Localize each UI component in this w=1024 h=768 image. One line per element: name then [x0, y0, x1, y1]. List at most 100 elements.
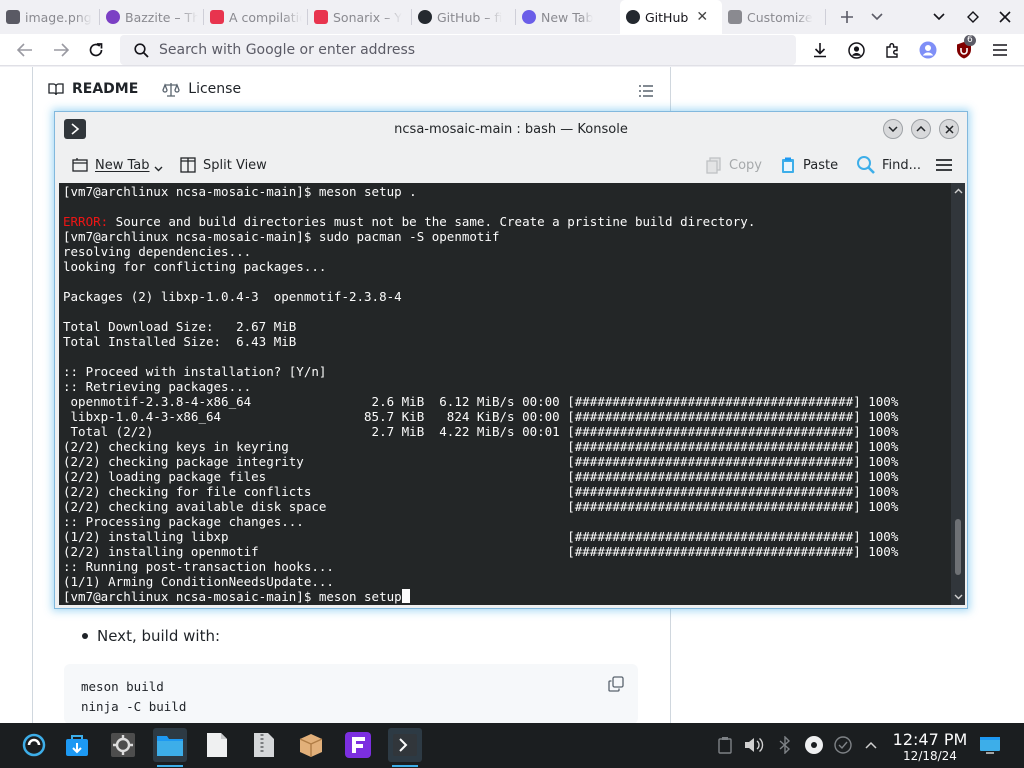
file-manager-icon[interactable] [153, 728, 187, 767]
bluetooth-icon[interactable] [774, 734, 796, 756]
show-desktop-icon[interactable] [978, 734, 1002, 756]
browser-nav-bar: 6 [0, 34, 1024, 66]
content-border-left [32, 67, 33, 723]
active-indicator [157, 765, 183, 767]
close-tab-icon[interactable]: ✕ [696, 9, 708, 25]
terminal-line: ERROR: Source and build directories must… [63, 214, 756, 229]
error-label: ERROR: [63, 214, 109, 229]
browser-tab[interactable]: Customize [722, 0, 826, 34]
address-bar[interactable] [120, 35, 796, 65]
account-circle-icon[interactable] [841, 34, 871, 66]
browser-tab[interactable]: GitHub – fi [412, 0, 516, 34]
tab-list-chevron-icon[interactable] [862, 0, 892, 34]
terminal-text: [vm7@archlinux ncsa-mosaic-main]$ meson … [59, 183, 951, 604]
split-view-button[interactable]: Split View [179, 148, 267, 182]
book-icon [48, 82, 72, 96]
browser-tab-active[interactable]: GitHub ✕ [620, 0, 722, 34]
disc-media-icon[interactable] [803, 734, 825, 756]
new-tab-plus-icon[interactable] [832, 0, 862, 34]
scroll-up-arrow-icon[interactable] [951, 185, 965, 197]
browser-tab[interactable]: New Tab [516, 0, 620, 34]
terminal-line: (2/2) loading package files [###########… [63, 469, 899, 484]
ublock-shield-icon[interactable]: 6 [949, 34, 979, 66]
konsole-menu-icon[interactable] [935, 148, 959, 182]
find-button[interactable]: Find... [856, 148, 921, 182]
browser-tab[interactable]: image.png [0, 0, 100, 34]
firefox-account-icon[interactable] [913, 34, 943, 66]
fusion-app-icon[interactable] [341, 728, 375, 762]
scrollbar-thumb[interactable] [955, 519, 961, 575]
konsole-titlebar[interactable]: ncsa-mosaic-main : bash — Konsole [55, 112, 967, 146]
maximize-icon[interactable] [911, 119, 931, 139]
copy-button[interactable]: Copy [705, 148, 762, 182]
paste-button[interactable]: Paste [779, 148, 838, 182]
extension-count-badge: 6 [964, 35, 976, 46]
terminal-line: (2/2) checking package integrity [######… [63, 454, 899, 469]
terminal-line: Total (2/2) 2.7 MiB 4.22 MiB/s 00:01 [##… [63, 424, 899, 439]
back-arrow-icon[interactable] [10, 34, 40, 66]
code-block: meson build ninja -C build [64, 664, 638, 724]
terminal-line: resolving dependencies... [63, 244, 252, 259]
window-title: ncsa-mosaic-main : bash — Konsole [394, 121, 628, 137]
text-document-icon[interactable] [200, 728, 234, 762]
license-tab[interactable]: License [162, 81, 241, 97]
volume-icon[interactable] [743, 734, 765, 756]
puzzle-icon [728, 10, 742, 24]
copy-code-icon[interactable] [608, 676, 624, 692]
forward-arrow-icon[interactable] [46, 34, 76, 66]
terminal-line: [vm7@archlinux ncsa-mosaic-main]$ meson … [63, 589, 402, 604]
discover-store-icon[interactable] [60, 728, 94, 762]
terminal-line: openmotif-2.3.8-4-x86_64 2.6 MiB 6.12 Mi… [63, 394, 899, 409]
youtube-icon [314, 10, 328, 24]
system-settings-icon[interactable] [106, 728, 140, 762]
terminal-line: Total Download Size: 2.67 MiB [63, 319, 297, 334]
terminal-line: looking for conflicting packages... [63, 259, 327, 274]
terminal-line: libxp-1.0.4-3-x86_64 85.7 KiB 824 KiB/s … [63, 409, 899, 424]
scroll-down-arrow-icon[interactable] [951, 591, 965, 603]
package-box-icon[interactable] [294, 728, 328, 762]
minimize-icon[interactable] [883, 119, 903, 139]
taskbar-clock[interactable]: 12:47 PM 12/18/24 [880, 731, 980, 764]
new-tab-button[interactable]: New Tab [71, 148, 169, 182]
expand-tray-icon[interactable] [860, 734, 882, 756]
outline-list-icon[interactable] [638, 84, 654, 98]
window-maximize-diamond-icon[interactable] [958, 0, 988, 34]
url-input[interactable] [159, 42, 759, 58]
terminal-line: [vm7@archlinux ncsa-mosaic-main]$ sudo p… [63, 229, 500, 244]
window-minimize-chevron-icon[interactable] [924, 0, 954, 34]
terminal-line: :: Retrieving packages... [63, 379, 252, 394]
app-launcher-icon[interactable] [17, 728, 51, 762]
terminal-line: (2/2) installing openmotif [############… [63, 544, 899, 559]
github-icon [418, 10, 432, 24]
browser-tab[interactable]: A compilation [204, 0, 308, 34]
magnifier-icon [856, 155, 882, 175]
terminal-line: :: Running post-transaction hooks... [63, 559, 334, 574]
terminal-app-icon[interactable] [64, 119, 86, 139]
terminal-cursor [401, 589, 410, 603]
terminal-output[interactable]: [vm7@archlinux ncsa-mosaic-main]$ meson … [59, 183, 951, 605]
konsole-window[interactable]: ncsa-mosaic-main : bash — Konsole New Ta… [54, 111, 968, 609]
terminal-line: (2/2) checking for file conflicts [#####… [63, 484, 899, 499]
konsole-taskbar-icon[interactable] [388, 728, 422, 767]
youtube-icon [210, 10, 224, 24]
terminal-line: (2/2) checking available disk space [###… [63, 499, 899, 514]
extensions-puzzle-icon[interactable] [877, 34, 907, 66]
browser-tab[interactable]: Sonarix – Y [308, 0, 412, 34]
terminal-line: Packages (2) libxp-1.0.4-3 openmotif-2.3… [63, 289, 402, 304]
reload-icon[interactable] [81, 34, 111, 66]
scale-balance-icon [162, 82, 188, 97]
browser-tab[interactable]: Bazzite – The [100, 0, 204, 34]
readme-tab-bar: README License [48, 81, 265, 97]
readme-tab[interactable]: README [48, 81, 138, 97]
firefox-icon [522, 10, 536, 24]
downloads-icon[interactable] [805, 34, 835, 66]
window-close-icon[interactable] [990, 0, 1020, 34]
close-icon[interactable] [939, 119, 959, 139]
clipboard-tray-icon[interactable] [714, 734, 736, 756]
hamburger-menu-icon[interactable] [985, 34, 1015, 66]
terminal-scrollbar[interactable] [951, 183, 965, 605]
terminal-line: (1/2) installing libxp [################… [63, 529, 899, 544]
chevron-down-icon [154, 166, 169, 172]
archive-zipper-icon[interactable] [247, 728, 281, 762]
updates-icon[interactable] [832, 734, 854, 756]
